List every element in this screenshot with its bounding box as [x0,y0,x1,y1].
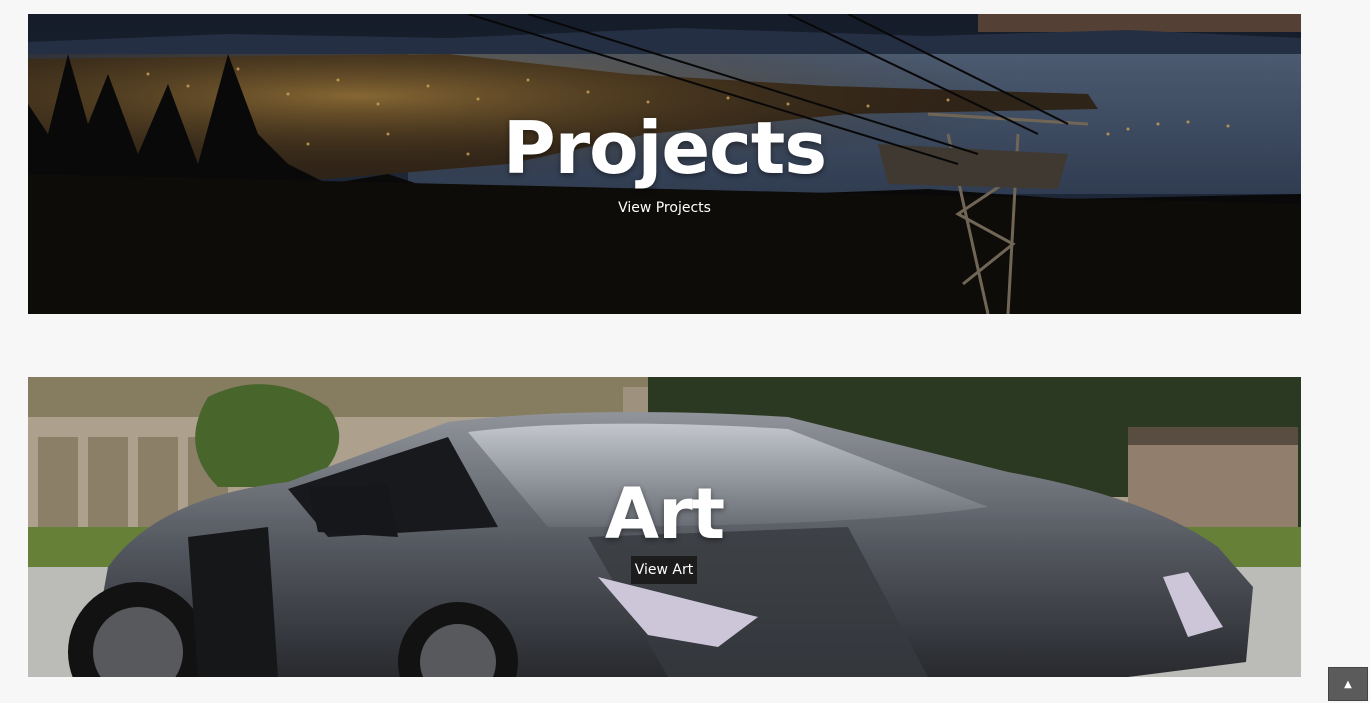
page: Projects View Projects Art View Art ▲ [0,0,1370,703]
projects-title: Projects [502,106,827,190]
projects-banner-content: Projects View Projects [28,14,1301,314]
art-banner-content: Art View Art [28,377,1301,677]
scroll-to-top-button[interactable]: ▲ [1328,667,1368,701]
art-title: Art [604,473,725,555]
view-art-button[interactable]: View Art [631,556,697,584]
projects-banner[interactable]: Projects View Projects [28,14,1301,314]
view-projects-link[interactable]: View Projects [28,198,1301,218]
caret-up-icon: ▲ [1344,679,1352,690]
art-banner[interactable]: Art View Art [28,377,1301,677]
